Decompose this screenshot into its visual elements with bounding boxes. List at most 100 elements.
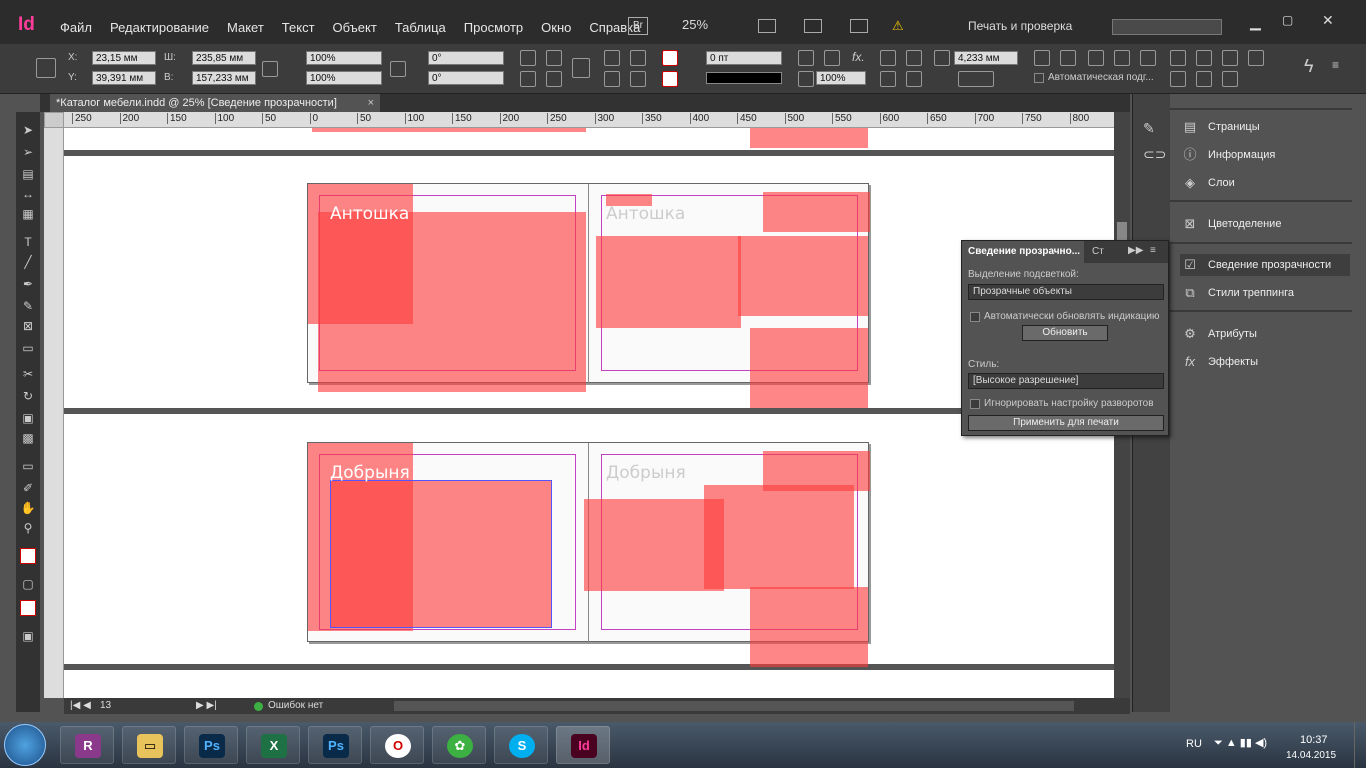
distribute-more-icon[interactable]	[1248, 50, 1264, 66]
style-select[interactable]: [Высокое разрешение]	[968, 373, 1164, 389]
selected-sofa-frame[interactable]	[330, 480, 552, 628]
distribute-left-icon[interactable]	[1170, 71, 1186, 87]
gradient-tool-icon[interactable]: ▣	[20, 410, 36, 426]
winrar-taskbar[interactable]: R	[60, 726, 114, 764]
opera-taskbar[interactable]: O	[370, 726, 424, 764]
stroke-type-select[interactable]	[706, 72, 782, 84]
distribute-right-icon[interactable]	[1222, 71, 1238, 87]
clock-date[interactable]: 14.04.2015	[1286, 750, 1336, 761]
scale-x-field[interactable]: 100%	[306, 51, 382, 65]
menu-object[interactable]: Объект	[333, 20, 377, 35]
warning-icon[interactable]: ⚠	[892, 18, 904, 34]
ignore-spread-checkbox[interactable]	[970, 399, 980, 409]
menu-file[interactable]: Файл	[60, 20, 92, 35]
photoshop2-taskbar[interactable]: Ps	[308, 726, 362, 764]
close-tab-icon[interactable]: ×	[368, 94, 374, 112]
explorer-taskbar[interactable]: ▭	[122, 726, 176, 764]
first-page-icon[interactable]: |◀ ◀	[70, 700, 91, 711]
size-field[interactable]: 4,233 мм	[954, 51, 1018, 65]
eyedropper-tool-icon[interactable]: ✐	[20, 480, 36, 496]
panel-layers[interactable]: ◈ Слои	[1180, 172, 1350, 194]
free-transform-tool-icon[interactable]: ↻	[20, 388, 36, 404]
apply-print-button[interactable]: Применить для печати	[968, 415, 1164, 431]
menu-view[interactable]: Просмотр	[464, 20, 523, 35]
fill-swatch-icon[interactable]	[662, 50, 678, 66]
direct-selection-tool-icon[interactable]: ➢	[20, 144, 36, 160]
drop-shadow-icon[interactable]	[798, 50, 814, 66]
tab-styles[interactable]: Ст	[1092, 241, 1104, 263]
menu-layout[interactable]: Макет	[227, 20, 264, 35]
line-tool-icon[interactable]: ╱	[20, 254, 36, 270]
ruler-origin-icon[interactable]	[44, 112, 64, 128]
formatting-container-icon[interactable]: ▢	[20, 576, 36, 592]
menu-window[interactable]: Окно	[541, 20, 571, 35]
distribute-center-icon[interactable]	[1196, 50, 1212, 66]
rotate-cw-icon[interactable]	[520, 50, 536, 66]
type-tool-icon[interactable]: T	[20, 234, 36, 250]
rectangle-tool-icon[interactable]: ▭	[20, 340, 36, 356]
effects-toggle-icon[interactable]	[824, 50, 840, 66]
horizontal-scrollbar[interactable]	[394, 701, 1074, 711]
align-center-icon[interactable]	[1060, 50, 1076, 66]
tray-icons[interactable]: ⏷ ▲ ▮▮ ◀)	[1214, 736, 1267, 750]
stroke-swatch-icon[interactable]	[662, 71, 678, 87]
panel-menu-icon[interactable]: ≡	[1150, 245, 1156, 256]
shear-field[interactable]: 0°	[428, 71, 504, 85]
start-button[interactable]	[4, 724, 46, 766]
search-input[interactable]	[1112, 19, 1222, 35]
selection-tool-icon[interactable]: ➤	[20, 122, 36, 138]
photoshop-taskbar[interactable]: Ps	[184, 726, 238, 764]
screen-mode-icon[interactable]	[804, 19, 822, 33]
frame-fitting-icon[interactable]	[934, 50, 950, 66]
close-button[interactable]: ✕	[1322, 12, 1334, 29]
gradient-feather-tool-icon[interactable]: ▩	[20, 430, 36, 446]
minimize-button[interactable]: ▁	[1250, 14, 1261, 31]
apply-none-icon[interactable]	[20, 600, 36, 616]
auto-refresh-checkbox[interactable]	[970, 312, 980, 322]
scroll-thumb[interactable]	[1117, 222, 1127, 242]
clock-time[interactable]: 10:37	[1300, 734, 1328, 746]
spread-dobrynya[interactable]: Добрыня Добрыня	[307, 442, 870, 667]
panel-attributes[interactable]: ⚙ Атрибуты	[1180, 323, 1350, 345]
panel-menu-icon[interactable]: ≡	[1332, 58, 1339, 72]
distribute-top-icon[interactable]	[1170, 50, 1186, 66]
workspace-switcher[interactable]: Печать и проверка	[968, 19, 1072, 33]
scale-y-field[interactable]: 100%	[306, 71, 382, 85]
indesign-taskbar[interactable]: Id	[556, 726, 610, 764]
panel-trap-styles[interactable]: ⧉ Стили треппинга	[1180, 282, 1350, 304]
language-indicator[interactable]: RU	[1186, 738, 1202, 750]
skype-taskbar[interactable]: S	[494, 726, 548, 764]
view-options-icon[interactable]	[758, 19, 776, 33]
rotate-ccw-icon[interactable]	[546, 50, 562, 66]
select-next-icon[interactable]	[630, 71, 646, 87]
flip-horizontal-icon[interactable]	[520, 71, 536, 87]
align-top-icon[interactable]	[1114, 50, 1130, 66]
script-icon[interactable]: ✎	[1143, 120, 1155, 137]
link-scale-icon[interactable]	[390, 61, 406, 77]
reference-point-icon[interactable]	[36, 58, 56, 78]
distribute-bottom-icon[interactable]	[1222, 50, 1238, 66]
distribute-hcenter-icon[interactable]	[1196, 71, 1212, 87]
document-tab[interactable]: *Каталог мебели.indd @ 25% [Сведение про…	[50, 94, 380, 112]
spread-antoshka[interactable]: Антошка Антошка	[307, 183, 870, 408]
quick-apply-icon[interactable]: ϟ	[1304, 56, 1314, 77]
excel-taskbar[interactable]: X	[246, 726, 300, 764]
page-number[interactable]: 13	[100, 700, 111, 711]
icq-taskbar[interactable]: ✿	[432, 726, 486, 764]
links-icon[interactable]: ⊂⊃	[1143, 146, 1166, 163]
arrange-documents-icon[interactable]	[850, 19, 868, 33]
preflight-errors[interactable]: Ошибок нет	[268, 700, 323, 711]
tab-flattener[interactable]: Сведение прозрачно...	[962, 241, 1084, 263]
flip-vertical-icon[interactable]	[546, 71, 562, 87]
menu-table[interactable]: Таблица	[395, 20, 446, 35]
fx-icon[interactable]: fx.	[852, 50, 865, 64]
content-collector-icon[interactable]: ▦	[20, 206, 36, 222]
highlight-select[interactable]: Прозрачные объекты	[968, 284, 1164, 300]
screen-mode-tool-icon[interactable]: ▣	[20, 628, 36, 644]
pen-tool-icon[interactable]: ✒	[20, 276, 36, 292]
select-previous-icon[interactable]	[604, 71, 620, 87]
wrap-bounding-icon[interactable]	[906, 50, 922, 66]
text-wrap-icon[interactable]	[880, 50, 896, 66]
rectangle-frame-tool-icon[interactable]: ⊠	[20, 318, 36, 334]
note-tool-icon[interactable]: ▭	[20, 458, 36, 474]
